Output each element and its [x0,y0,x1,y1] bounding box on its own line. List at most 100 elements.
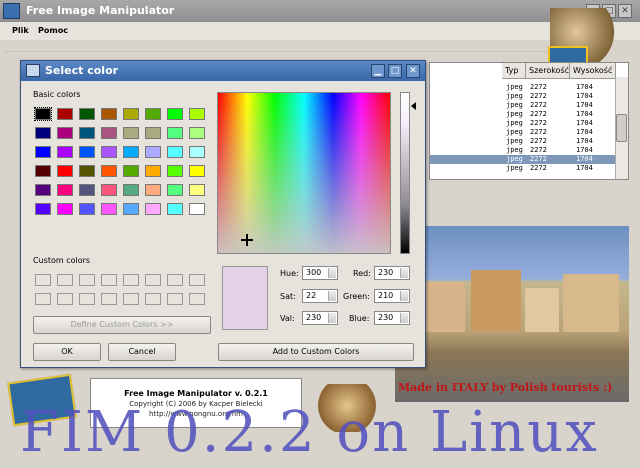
basic-color-swatch[interactable] [79,165,95,177]
basic-color-swatch[interactable] [34,107,52,121]
basic-color-swatch[interactable] [79,203,95,215]
basic-color-swatch[interactable] [145,203,161,215]
custom-color-slot[interactable] [35,274,51,286]
blue-spinbox[interactable]: 230 [374,311,410,325]
green-spinbox[interactable]: 210 [374,289,410,303]
basic-color-swatch[interactable] [123,165,139,177]
basic-color-swatch[interactable] [123,108,139,120]
custom-color-slot[interactable] [189,274,205,286]
basic-color-swatch[interactable] [167,146,183,158]
basic-color-swatch[interactable] [35,203,51,215]
basic-color-swatch[interactable] [79,146,95,158]
custom-color-slot[interactable] [35,293,51,305]
close-icon[interactable]: ✕ [406,64,420,78]
custom-color-slot[interactable] [145,274,161,286]
custom-color-slot[interactable] [167,293,183,305]
basic-color-swatch[interactable] [35,184,51,196]
table-scrollbar-thumb[interactable] [616,114,627,142]
custom-color-slot[interactable] [123,293,139,305]
basic-color-swatch[interactable] [57,108,73,120]
main-title-bar[interactable]: Free Image Manipulator ▁ □ ✕ [0,0,640,22]
basic-color-swatch[interactable] [101,203,117,215]
basic-color-swatch[interactable] [123,184,139,196]
basic-color-swatch[interactable] [145,184,161,196]
table-row[interactable]: jpeg 2272 1704 [430,92,616,101]
custom-color-slot[interactable] [123,274,139,286]
table-row[interactable]: jpeg 2272 1704 [430,83,616,92]
basic-color-swatch[interactable] [101,127,117,139]
table-row[interactable]: jpeg 2272 1704 [430,128,616,137]
basic-color-swatch[interactable] [79,127,95,139]
basic-color-swatch[interactable] [101,108,117,120]
color-spectrum-picker[interactable] [217,92,391,254]
basic-color-swatch[interactable] [57,184,73,196]
maximize-icon[interactable]: □ [388,64,402,78]
basic-color-swatch[interactable] [189,203,205,215]
basic-color-swatch[interactable] [123,127,139,139]
basic-color-swatch[interactable] [57,127,73,139]
basic-color-swatch[interactable] [123,146,139,158]
close-icon[interactable]: ✕ [618,4,632,18]
basic-color-swatch[interactable] [101,146,117,158]
basic-color-swatch[interactable] [35,127,51,139]
luminance-slider[interactable] [400,92,410,254]
custom-color-slot[interactable] [101,274,117,286]
table-row[interactable]: jpeg 2272 1704 [430,164,616,173]
basic-color-swatch[interactable] [167,127,183,139]
basic-color-swatch[interactable] [145,127,161,139]
table-row[interactable]: jpeg 2272 1704 [430,137,616,146]
basic-color-swatch[interactable] [79,108,95,120]
basic-color-swatch[interactable] [167,165,183,177]
basic-color-swatch[interactable] [101,184,117,196]
basic-color-swatch[interactable] [35,165,51,177]
minimize-icon[interactable]: ▁ [371,64,385,78]
red-spinbox[interactable]: 230 [374,266,410,280]
val-spinbox[interactable]: 230 [302,311,338,325]
basic-color-swatch[interactable] [189,108,205,120]
menu-plik[interactable]: Plik [12,26,29,35]
basic-color-swatch[interactable] [167,108,183,120]
basic-color-swatch[interactable] [57,165,73,177]
table-row[interactable]: jpeg 2272 1704 [430,146,616,155]
basic-color-swatch[interactable] [189,146,205,158]
basic-color-swatch[interactable] [189,165,205,177]
basic-color-swatch[interactable] [145,108,161,120]
dialog-title: Select color [45,64,119,77]
add-to-custom-colors-button[interactable]: Add to Custom Colors [218,343,414,361]
custom-color-slot[interactable] [145,293,161,305]
column-header-height[interactable]: Wysokość [570,63,616,79]
menu-pomoc[interactable]: Pomoc [38,26,68,35]
column-header-width[interactable]: Szerokość [526,63,570,79]
basic-color-swatch[interactable] [189,184,205,196]
custom-color-slot[interactable] [79,274,95,286]
basic-color-swatch[interactable] [35,146,51,158]
luminance-arrow-icon[interactable] [411,102,416,110]
basic-color-swatch[interactable] [167,184,183,196]
custom-color-slot[interactable] [79,293,95,305]
custom-color-slot[interactable] [167,274,183,286]
custom-color-slot[interactable] [101,293,117,305]
dialog-title-bar[interactable]: Select color ▁ □ ✕ [21,61,425,81]
sat-spinbox[interactable]: 22 [302,289,338,303]
basic-color-swatch[interactable] [145,146,161,158]
table-row[interactable]: jpeg 2272 1704 [430,101,616,110]
define-custom-colors-button[interactable]: Define Custom Colors >> [33,316,211,334]
ok-button[interactable]: OK [33,343,101,361]
basic-color-swatch[interactable] [79,184,95,196]
table-row[interactable]: jpeg 2272 1704 [430,110,616,119]
custom-color-slot[interactable] [57,293,73,305]
table-row[interactable]: jpeg 2272 1704 [430,119,616,128]
column-header-type[interactable]: Typ [502,63,526,79]
basic-color-swatch[interactable] [57,203,73,215]
basic-color-swatch[interactable] [123,203,139,215]
hue-spinbox[interactable]: 300 [302,266,338,280]
basic-color-swatch[interactable] [57,146,73,158]
basic-color-swatch[interactable] [101,165,117,177]
custom-color-slot[interactable] [189,293,205,305]
custom-color-slot[interactable] [57,274,73,286]
cancel-button[interactable]: Cancel [108,343,176,361]
basic-color-swatch[interactable] [189,127,205,139]
table-row[interactable]: jpeg 2272 1704 [430,155,616,164]
basic-color-swatch[interactable] [145,165,161,177]
basic-color-swatch[interactable] [167,203,183,215]
